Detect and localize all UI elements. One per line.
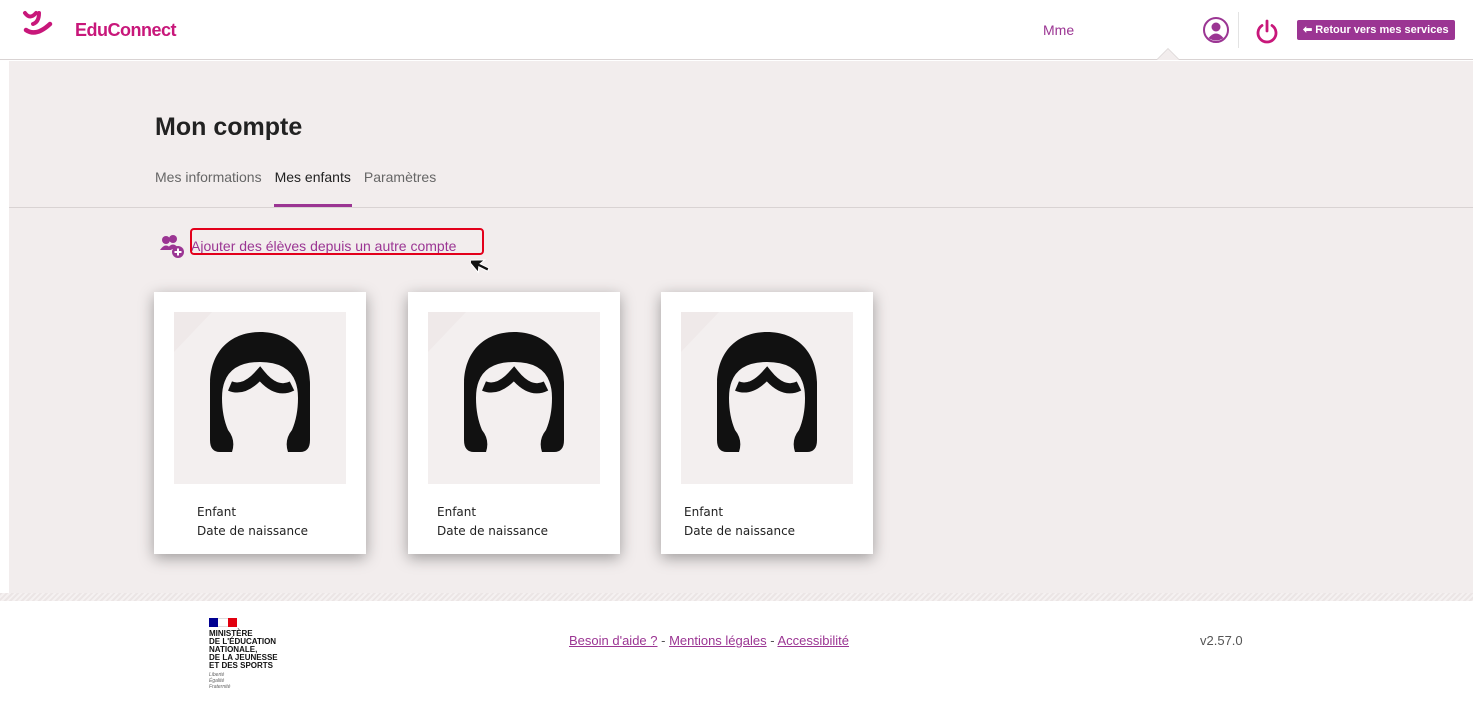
ministry-logo: MINISTÈRE DE L'ÉDUCATION NATIONALE, DE L… bbox=[209, 618, 319, 690]
republic-motto: Liberté Égalité Fraternité bbox=[209, 672, 231, 690]
header-divider bbox=[1238, 12, 1239, 48]
child-photo bbox=[681, 312, 853, 484]
accessibility-link[interactable]: Accessibilité bbox=[777, 633, 849, 648]
child-name: Enfant bbox=[197, 505, 237, 519]
child-avatar-icon bbox=[681, 312, 853, 484]
child-avatar-icon bbox=[428, 312, 600, 484]
power-icon[interactable] bbox=[1254, 19, 1280, 45]
educonnect-logo-icon[interactable] bbox=[22, 10, 54, 38]
footer-stripe bbox=[0, 593, 1473, 601]
account-tabs: Mes informations Mes enfants Paramètres bbox=[155, 169, 448, 207]
child-card[interactable]: Enfant Date de naissance bbox=[154, 292, 366, 554]
top-header: EduConnect Mme ⬅︎ Retour vers mes servic… bbox=[0, 0, 1473, 60]
child-card[interactable]: Enfant Date de naissance bbox=[661, 292, 873, 554]
app-version: v2.57.0 bbox=[1200, 633, 1243, 648]
back-to-services-button[interactable]: ⬅︎ Retour vers mes services bbox=[1297, 20, 1455, 40]
profile-icon[interactable] bbox=[1203, 17, 1229, 43]
tab-mes-informations[interactable]: Mes informations bbox=[155, 169, 262, 207]
child-birthdate: Date de naissance bbox=[684, 524, 796, 538]
child-birthdate: Date de naissance bbox=[437, 524, 549, 538]
help-link[interactable]: Besoin d'aide ? bbox=[569, 633, 658, 648]
page-title: Mon compte bbox=[155, 113, 303, 141]
tab-mes-enfants[interactable]: Mes enfants bbox=[273, 169, 352, 207]
tab-parametres[interactable]: Paramètres bbox=[364, 169, 436, 207]
add-students-icon[interactable] bbox=[159, 233, 185, 259]
brand-name[interactable]: EduConnect bbox=[75, 20, 177, 41]
child-name: Enfant bbox=[684, 505, 724, 519]
footer-separator: - bbox=[766, 633, 778, 648]
french-flag-icon bbox=[209, 618, 237, 627]
arrow-left-icon: ⬅︎ bbox=[1303, 24, 1313, 36]
user-name: Mme bbox=[1043, 22, 1075, 38]
legal-notice-link[interactable]: Mentions légales bbox=[669, 633, 767, 648]
child-name: Enfant bbox=[437, 505, 477, 519]
child-card[interactable]: Enfant Date de naissance bbox=[408, 292, 620, 554]
footer-links: Besoin d'aide ? - Mentions légales - Acc… bbox=[569, 633, 849, 648]
add-students-link[interactable]: Ajouter des élèves depuis un autre compt… bbox=[191, 238, 456, 254]
main-panel: Mon compte Mes informations Mes enfants … bbox=[9, 61, 1473, 601]
mouse-cursor-icon bbox=[471, 259, 490, 274]
tabs-divider bbox=[9, 207, 1473, 208]
child-photo bbox=[428, 312, 600, 484]
child-avatar-icon bbox=[174, 312, 346, 484]
ministry-name: MINISTÈRE DE L'ÉDUCATION NATIONALE, DE L… bbox=[209, 629, 278, 670]
add-students-row[interactable]: Ajouter des élèves depuis un autre compt… bbox=[159, 233, 456, 259]
child-birthdate: Date de naissance bbox=[197, 524, 309, 538]
footer-separator: - bbox=[657, 633, 670, 648]
user-menu-notch bbox=[1156, 48, 1180, 60]
back-to-services-label: Retour vers mes services bbox=[1315, 24, 1449, 36]
child-photo bbox=[174, 312, 346, 484]
